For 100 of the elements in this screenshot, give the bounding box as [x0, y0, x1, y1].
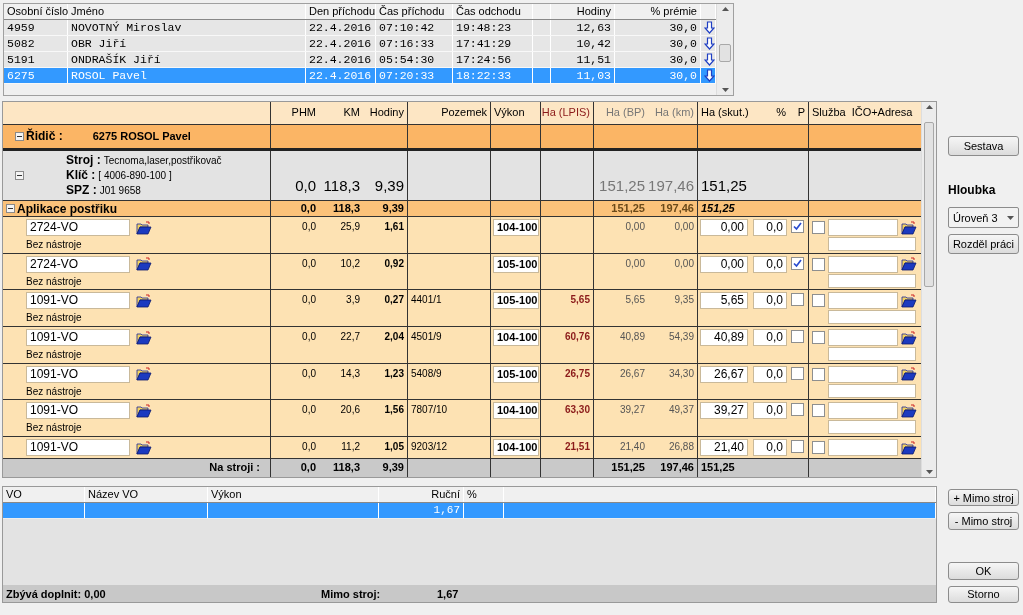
column-header[interactable]: % prémie [615, 4, 701, 19]
input-field[interactable] [828, 383, 916, 398]
table-row[interactable]: 4959 NOVOTNÝ Miroslav 22.4.2016 07:10:42 19:48:23 12,63 30,0 [4, 20, 716, 36]
input-field[interactable]: 39,27 [700, 402, 748, 420]
input-field[interactable]: 105-100 [493, 292, 539, 310]
open-folder-icon[interactable] [136, 367, 152, 382]
input-field[interactable]: 2724-VO [26, 255, 130, 273]
open-folder-icon[interactable] [136, 293, 152, 308]
input-field[interactable] [828, 237, 916, 252]
checkbox[interactable] [791, 330, 804, 344]
scrollbar[interactable] [716, 4, 733, 95]
column-header[interactable]: Ha (LPIS) [541, 106, 590, 118]
open-folder-icon[interactable] [136, 404, 152, 418]
column-header[interactable]: PHM [291, 106, 316, 118]
checkbox[interactable] [812, 441, 825, 455]
checkbox[interactable] [791, 293, 804, 307]
scroll-up-icon[interactable] [925, 105, 933, 109]
scroll-up-icon[interactable] [721, 7, 729, 11]
input-field[interactable]: 0,0 [753, 329, 787, 347]
collapse-icon[interactable] [15, 131, 24, 141]
checkbox[interactable] [812, 294, 825, 308]
open-folder-icon[interactable] [901, 330, 917, 345]
column-header[interactable]: Čas odchodu [453, 4, 533, 19]
input-field[interactable] [828, 439, 898, 457]
input-field[interactable] [828, 365, 898, 383]
column-header[interactable]: KM [343, 106, 360, 118]
input-field[interactable] [828, 402, 898, 420]
column-header[interactable]: % [776, 106, 786, 118]
report-button[interactable]: Sestava [948, 136, 1019, 156]
column-header[interactable]: Den příchodu [306, 4, 376, 19]
input-field[interactable]: 1091-VO [26, 292, 130, 310]
input-field[interactable]: 26,67 [700, 365, 748, 383]
input-field[interactable]: 0,0 [753, 402, 787, 420]
input-field[interactable]: 2724-VO [26, 219, 130, 237]
column-header[interactable]: Služba [812, 106, 846, 118]
split-work-button[interactable]: Rozděl práci [948, 234, 1019, 254]
input-field[interactable]: 0,0 [753, 439, 787, 457]
input-field[interactable] [828, 329, 898, 347]
column-header[interactable]: Čas příchodu [376, 4, 453, 19]
column-header[interactable]: P [797, 106, 805, 118]
input-field[interactable] [828, 292, 898, 310]
input-field[interactable]: 5,65 [700, 292, 748, 310]
input-field[interactable] [828, 219, 898, 237]
depth-dropdown[interactable]: Úroveň 3 [948, 207, 1019, 228]
checkbox[interactable] [812, 367, 825, 381]
input-field[interactable]: 21,40 [700, 439, 748, 457]
input-field[interactable] [828, 420, 916, 435]
column-header[interactable]: Osobní číslo [4, 4, 68, 19]
cancel-button[interactable]: Storno [948, 585, 1019, 603]
checkbox[interactable] [812, 404, 825, 418]
input-field[interactable]: 1091-VO [26, 365, 130, 383]
input-field[interactable]: 0,0 [753, 219, 787, 237]
input-field[interactable]: 1091-VO [26, 329, 130, 347]
down-arrow-icon[interactable] [704, 69, 715, 82]
open-folder-icon[interactable] [901, 257, 917, 272]
input-field[interactable]: 104-100 [493, 402, 539, 420]
input-field[interactable]: 0,00 [700, 255, 748, 273]
input-field[interactable]: 105-100 [493, 365, 539, 383]
checkbox[interactable] [791, 256, 804, 270]
checkbox[interactable] [812, 331, 825, 345]
input-field[interactable] [828, 310, 916, 325]
column-header[interactable]: Ruční [379, 487, 464, 502]
column-header[interactable]: Ha (BP) [605, 106, 645, 118]
input-field[interactable]: 1091-VO [26, 439, 130, 457]
column-header[interactable]: Hodiny [369, 106, 404, 118]
checkbox[interactable] [791, 403, 804, 417]
column-header[interactable]: Pozemek [441, 106, 487, 118]
input-field[interactable]: 104-100 [493, 329, 539, 347]
input-field[interactable] [828, 273, 916, 288]
input-field[interactable]: 0,0 [753, 255, 787, 273]
column-header[interactable]: Jméno [68, 4, 306, 19]
column-header[interactable]: Výkon [208, 487, 379, 502]
ok-button[interactable]: OK [948, 562, 1019, 580]
scrollbar-thumb[interactable] [719, 44, 731, 62]
scroll-down-icon[interactable] [721, 88, 729, 92]
down-arrow-icon[interactable] [704, 53, 715, 66]
input-field[interactable]: 104-100 [493, 439, 539, 457]
column-header[interactable]: % [464, 487, 504, 502]
open-folder-icon[interactable] [901, 367, 917, 382]
checkbox[interactable] [791, 220, 804, 234]
add-off-machine-button[interactable]: + Mimo stroj [948, 489, 1019, 507]
table-row[interactable]: 5082 OBR Jiří 22.4.2016 07:16:33 17:41:29 10,42 30,0 [4, 36, 716, 52]
checkbox[interactable] [812, 257, 825, 271]
open-folder-icon[interactable] [901, 293, 917, 308]
column-header[interactable]: Hodiny [551, 4, 615, 19]
scrollbar-thumb[interactable] [924, 122, 934, 287]
open-folder-icon[interactable] [136, 257, 152, 272]
input-field[interactable]: 104-100 [493, 219, 539, 237]
down-arrow-icon[interactable] [704, 37, 715, 50]
collapse-icon[interactable] [6, 204, 15, 214]
column-header[interactable]: Název VO [85, 487, 208, 502]
input-field[interactable] [828, 347, 916, 362]
input-field[interactable] [828, 255, 898, 273]
input-field[interactable]: 0,0 [753, 365, 787, 383]
open-folder-icon[interactable] [901, 220, 917, 235]
input-field[interactable]: 0,0 [753, 292, 787, 310]
column-header[interactable]: Výkon [494, 106, 525, 118]
table-row[interactable]: 5191 ONDRAŠÍK Jiří 22.4.2016 05:54:30 17:24:56 11,51 30,0 [4, 52, 716, 68]
open-folder-icon[interactable] [136, 440, 152, 455]
down-arrow-icon[interactable] [704, 21, 715, 34]
